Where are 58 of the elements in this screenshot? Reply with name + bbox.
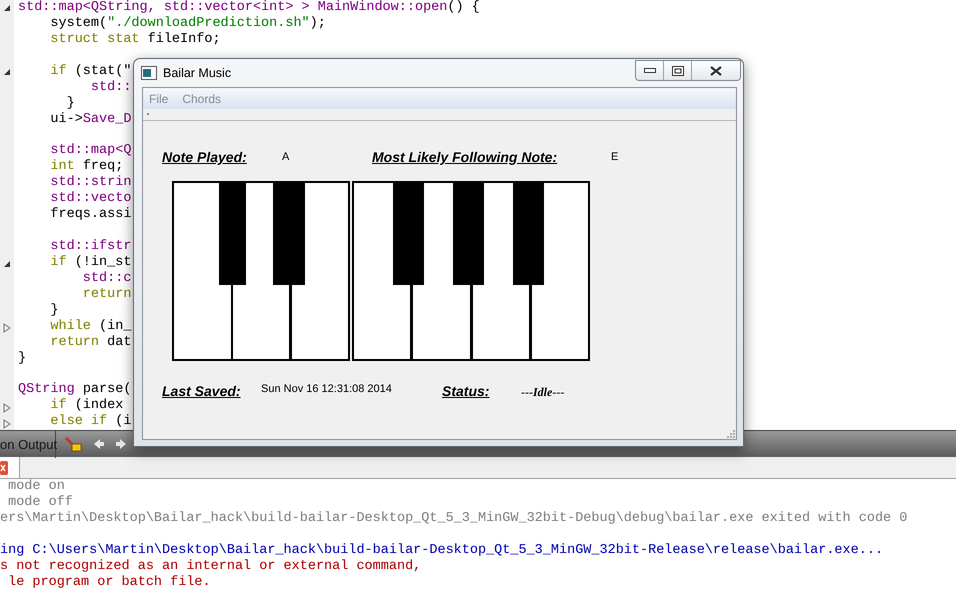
code-line: std::ifstr	[49, 238, 132, 254]
output-line: ers\Martin\Desktop\Bailar_hack\build-bailar-Desktop_Qt_5_3_MinGW_32bit-Debug\debug\bailar.exe exited with code 0	[0, 511, 908, 526]
code-line: freqs.assi	[49, 207, 132, 223]
code-line: int freq;	[49, 159, 124, 175]
window-icon	[141, 66, 157, 80]
toolbar-handle[interactable]	[147, 113, 149, 115]
minimize-icon	[644, 68, 656, 73]
output-line: mode off	[7, 495, 73, 510]
output-tab[interactable]	[0, 457, 20, 478]
output-line: ing C:\Users\Martin\Desktop\Bailar_hack\build-bailar-Desktop_Qt_5_3_MinGW_32bit-Release\release\bailar.exe...	[0, 543, 884, 558]
code-line: system("./downloadPrediction.sh");	[49, 16, 326, 32]
status-value: ---Idle---	[521, 384, 566, 400]
clear-icon[interactable]	[64, 435, 82, 453]
field-label: Last Saved:	[162, 382, 242, 401]
fold-marker-icon[interactable]	[3, 68, 11, 76]
code-line: if (stat("	[49, 64, 132, 80]
code-line: std::map<QString, std::vector<int> > MainWindow::open() {	[17, 0, 480, 16]
code-line: else if (i	[49, 414, 132, 430]
code-line: struct stat fileInfo;	[49, 32, 221, 48]
resize-grip-icon[interactable]	[727, 430, 735, 438]
code-line: if (!in_st	[49, 254, 132, 270]
window-title: Bailar Music	[163, 64, 232, 82]
note-value: A	[282, 150, 290, 166]
code-line: while (in_	[49, 318, 132, 334]
code-line: QString parse(	[17, 382, 132, 398]
close-icon	[710, 66, 722, 76]
output-line: s not recognized as an internal or external command,	[0, 559, 422, 574]
code-line: std::	[90, 80, 132, 96]
code-line: std::map<Q	[49, 143, 132, 159]
code-line: if (index	[49, 398, 124, 414]
fold-marker-icon[interactable]	[3, 403, 11, 413]
code-line: return dat	[49, 334, 132, 350]
code-line: }	[17, 350, 26, 366]
back-arrow-icon[interactable]	[93, 438, 105, 450]
fold-marker-icon[interactable]	[3, 260, 11, 268]
maximize-button[interactable]	[664, 61, 692, 80]
forward-arrow-icon[interactable]	[115, 438, 127, 450]
code-line: }	[66, 96, 75, 112]
note-value: E	[611, 150, 620, 166]
code-line: return	[82, 286, 132, 302]
field-label: Status:	[442, 382, 490, 401]
code-line: }	[49, 302, 59, 318]
code-line: std::vecto	[49, 191, 132, 207]
code-line: std::c	[82, 270, 132, 286]
field-label: Note Played:	[162, 148, 248, 167]
timestamp: Sun Nov 16 12:31:08 2014	[261, 382, 393, 397]
close-icon[interactable]	[0, 460, 8, 474]
maximize-icon	[672, 66, 684, 76]
output-line: mode on	[7, 479, 65, 494]
code-line: ui->Save_D	[49, 112, 132, 128]
field-label: Most Likely Following Note:	[372, 148, 558, 167]
minimize-button[interactable]	[636, 61, 664, 80]
fold-marker-icon[interactable]	[3, 4, 11, 12]
output-line: le program or batch file.	[7, 575, 211, 590]
close-button[interactable]	[692, 61, 740, 80]
fold-marker-icon[interactable]	[3, 323, 11, 333]
fold-marker-icon[interactable]	[3, 419, 11, 429]
code-line: std::strin	[49, 175, 132, 191]
